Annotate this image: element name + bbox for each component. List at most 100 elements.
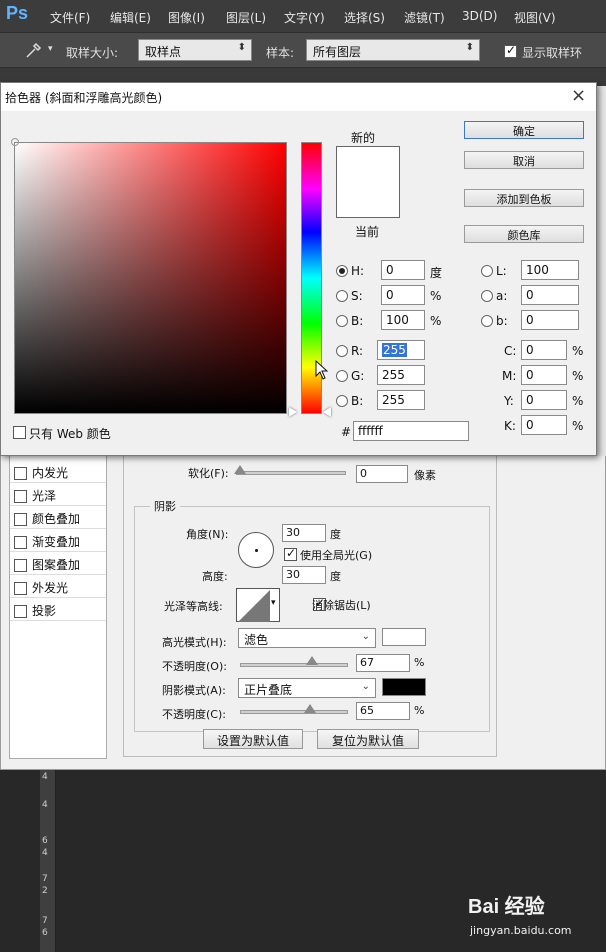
hex-field[interactable]: ffffff (353, 421, 469, 441)
menu-bar: Ps 文件(F) 编辑(E) 图像(I) 图层(L) 文字(Y) 选择(S) 滤… (0, 0, 606, 32)
style-item-color-overlay[interactable]: 颜色叠加 (10, 506, 106, 529)
style-label: 投影 (32, 604, 57, 618)
style-item-inner-glow[interactable]: 内发光 (10, 460, 106, 483)
lab-b-label: b: (496, 314, 508, 328)
a-radio[interactable] (481, 290, 493, 302)
cancel-button[interactable]: 取消 (464, 151, 584, 169)
l-radio[interactable] (481, 265, 493, 277)
shadow-opacity-thumb[interactable] (304, 704, 316, 713)
color-cursor-icon[interactable] (11, 138, 19, 146)
antialias-label: 消除锯齿(L) (312, 599, 371, 612)
menu-view[interactable]: 视图(V) (514, 9, 556, 26)
sample-value: 所有图层 (313, 45, 362, 59)
style-checkbox[interactable] (14, 513, 27, 526)
soften-slider[interactable] (236, 471, 346, 475)
highlight-mode-select[interactable]: 滤色 ⌄ (238, 628, 376, 648)
s-radio[interactable] (336, 290, 348, 302)
highlight-mode-label: 高光模式(H): (162, 636, 227, 649)
h-radio[interactable] (336, 265, 348, 277)
blue-radio[interactable] (336, 395, 348, 407)
chevron-updown-icon: ⬍ (237, 42, 246, 53)
highlight-opacity-thumb[interactable] (306, 656, 318, 665)
k-field[interactable]: 0 (521, 415, 567, 435)
menu-select[interactable]: 选择(S) (344, 9, 385, 26)
ruler-tick: 4 (42, 848, 48, 858)
c-field[interactable]: 0 (521, 340, 567, 360)
hue-slider-left-arrow-icon[interactable] (289, 407, 297, 417)
y-unit: % (572, 394, 584, 408)
m-label: M: (502, 369, 517, 383)
gloss-contour-picker[interactable]: ▾ (236, 588, 280, 622)
global-light-checkbox[interactable] (284, 546, 297, 561)
l-field[interactable]: 100 (521, 260, 579, 280)
brightness-field[interactable]: 100 (381, 310, 425, 330)
style-item-drop-shadow[interactable]: 投影 (10, 598, 106, 621)
shadow-mode-select[interactable]: 正片叠底 ⌄ (238, 678, 376, 698)
highlight-color-swatch[interactable] (382, 628, 426, 646)
highlight-opacity-slider[interactable] (240, 663, 348, 667)
ok-button[interactable]: 确定 (464, 121, 584, 139)
add-to-swatches-button[interactable]: 添加到色板 (464, 189, 584, 207)
style-checkbox[interactable] (14, 582, 27, 595)
style-checkbox[interactable] (14, 605, 27, 618)
color-libraries-button[interactable]: 颜色库 (464, 225, 584, 243)
a-field[interactable]: 0 (521, 285, 579, 305)
sample-select[interactable]: 所有图层 ⬍ (306, 39, 480, 61)
style-item-pattern-overlay[interactable]: 图案叠加 (10, 552, 106, 575)
g-field[interactable]: 255 (377, 365, 425, 385)
menu-layer[interactable]: 图层(L) (226, 9, 266, 26)
reset-default-button[interactable]: 复位为默认值 (317, 729, 419, 749)
m-field[interactable]: 0 (521, 365, 567, 385)
style-item-outer-glow[interactable]: 外发光 (10, 575, 106, 598)
dialog-title: 拾色器 (斜面和浮雕高光颜色) (5, 91, 163, 105)
menu-filter[interactable]: 滤镜(T) (404, 9, 445, 26)
web-colors-checkbox[interactable] (13, 426, 26, 439)
g-radio[interactable] (336, 370, 348, 382)
style-item-satin[interactable]: 光泽 (10, 483, 106, 506)
menu-file[interactable]: 文件(F) (50, 9, 90, 26)
close-icon[interactable]: × (571, 85, 586, 106)
shadow-color-swatch[interactable] (382, 678, 426, 696)
altitude-field[interactable]: 30 (282, 566, 326, 584)
altitude-unit: 度 (330, 570, 341, 583)
baidu-watermark-logo: Bai 经验 (468, 896, 545, 918)
angle-dial[interactable] (238, 532, 274, 568)
h-field[interactable]: 0 (381, 260, 425, 280)
menu-image[interactable]: 图像(I) (168, 9, 205, 26)
soften-label: 软化(F): (188, 467, 229, 480)
lab-b-radio[interactable] (481, 315, 493, 327)
angle-field[interactable]: 30 (282, 524, 326, 542)
lab-b-field[interactable]: 0 (521, 310, 579, 330)
shadow-opacity-field[interactable]: 65 (356, 702, 410, 720)
highlight-opacity-field[interactable]: 67 (356, 654, 410, 672)
b-radio[interactable] (336, 315, 348, 327)
sample-size-select[interactable]: 取样点 ⬍ (138, 39, 252, 61)
eyedropper-icon[interactable] (24, 42, 42, 60)
angle-unit: 度 (330, 528, 341, 541)
style-item-gradient-overlay[interactable]: 渐变叠加 (10, 529, 106, 552)
show-ring-checkbox[interactable] (504, 43, 517, 58)
y-field[interactable]: 0 (521, 390, 567, 410)
style-checkbox[interactable] (14, 559, 27, 572)
menu-edit[interactable]: 编辑(E) (110, 9, 151, 26)
style-checkbox[interactable] (14, 490, 27, 503)
shadow-mode-label: 阴影模式(A): (162, 684, 226, 697)
ruler-tick: 2 (42, 886, 48, 896)
make-default-button[interactable]: 设置为默认值 (203, 729, 303, 749)
soften-slider-thumb[interactable] (234, 465, 246, 474)
menu-type[interactable]: 文字(Y) (284, 9, 325, 26)
soften-field[interactable]: 0 (356, 465, 408, 483)
r-field[interactable]: 255 (377, 340, 425, 360)
r-radio[interactable] (336, 345, 348, 357)
g-label: G: (351, 369, 365, 383)
shadow-opacity-slider[interactable] (240, 710, 348, 714)
menu-3d[interactable]: 3D(D) (462, 9, 497, 23)
saturation-brightness-field[interactable] (14, 142, 287, 414)
s-field[interactable]: 0 (381, 285, 425, 305)
style-label: 颜色叠加 (32, 512, 81, 526)
hue-slider-right-arrow-icon[interactable] (323, 407, 331, 417)
blue-field[interactable]: 255 (377, 390, 425, 410)
style-checkbox[interactable] (14, 467, 27, 480)
style-checkbox[interactable] (14, 536, 27, 549)
tool-preset-chevron-icon[interactable]: ▾ (48, 44, 53, 54)
